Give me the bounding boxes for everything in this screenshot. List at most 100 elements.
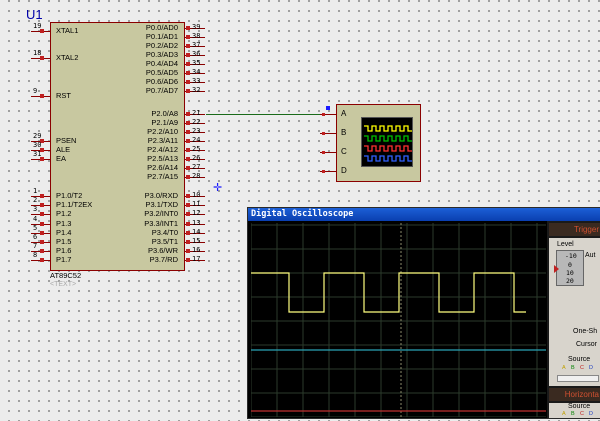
auto-label[interactable]: Aut	[585, 252, 596, 259]
left-pin-number: 3	[33, 205, 38, 213]
channel-terminal[interactable]	[322, 170, 325, 173]
left-pin-terminal[interactable]	[40, 258, 44, 262]
right-pin-terminal[interactable]	[186, 89, 190, 93]
right-pin-label: P0.2/AD2	[145, 41, 178, 50]
left-pin-label: P1.3	[56, 219, 72, 228]
left-pin-terminal[interactable]	[40, 94, 44, 98]
left-pin-terminal[interactable]	[40, 203, 44, 207]
chip-reference: U1	[26, 7, 43, 22]
right-pin-terminal[interactable]	[186, 203, 190, 207]
oscilloscope-symbol-traces	[364, 125, 412, 162]
right-pin-label: P0.6/AD6	[145, 77, 178, 86]
right-pin-terminal[interactable]	[186, 222, 190, 226]
knob-tick: 20	[566, 277, 574, 285]
h-source-a[interactable]: A	[562, 411, 566, 417]
right-pin-number: 38	[192, 32, 201, 40]
right-pin-terminal[interactable]	[186, 194, 190, 198]
channel-terminal[interactable]	[322, 132, 325, 135]
right-pin-terminal[interactable]	[186, 53, 190, 57]
left-pin-terminal[interactable]	[40, 212, 44, 216]
chip-text-placeholder: <TEXT>	[50, 281, 77, 288]
right-pin-terminal[interactable]	[186, 35, 190, 39]
right-pin-terminal[interactable]	[186, 80, 190, 84]
window-title[interactable]: Digital Oscilloscope	[248, 208, 600, 221]
right-pin-label: P2.1/A9	[151, 118, 178, 127]
right-pin-label: P3.1/TXD	[145, 200, 178, 209]
right-pin-terminal[interactable]	[186, 258, 190, 262]
left-pin-number: 19	[33, 22, 42, 30]
left-pin-label: P1.2	[56, 209, 72, 218]
right-pin-number: 17	[192, 255, 201, 263]
right-pin-number: 26	[192, 154, 201, 162]
channel-label: B	[341, 128, 347, 137]
right-pin-terminal[interactable]	[186, 44, 190, 48]
trigger-header: Trigger	[549, 223, 600, 236]
right-pin-label: P3.2/INT0	[144, 209, 178, 218]
symbol-trace	[364, 135, 412, 142]
h-source-b[interactable]: B	[571, 411, 575, 417]
right-pin-number: 39	[192, 23, 201, 31]
right-pin-terminal[interactable]	[186, 157, 190, 161]
right-pin-terminal[interactable]	[186, 231, 190, 235]
right-pin-terminal[interactable]	[186, 139, 190, 143]
right-pin-number: 28	[192, 172, 201, 180]
right-pin-label: P0.5/AD5	[145, 68, 178, 77]
right-pin-number: 33	[192, 77, 201, 85]
right-pin-terminal[interactable]	[186, 175, 190, 179]
left-pin-terminal[interactable]	[40, 194, 44, 198]
source-d[interactable]: D	[589, 365, 593, 371]
wire-p20-to-channel-a[interactable]	[206, 114, 326, 115]
symbol-trace	[364, 145, 412, 152]
source-a[interactable]: A	[562, 365, 566, 371]
left-pin-number: 31	[33, 150, 42, 158]
right-pin-number: 34	[192, 68, 201, 76]
right-pin-terminal[interactable]	[186, 166, 190, 170]
right-pin-terminal[interactable]	[186, 71, 190, 75]
digital-oscilloscope-window[interactable]: Digital Oscilloscope Trigger Level -10 0…	[247, 207, 600, 419]
chip-part-name: AT89C52	[50, 271, 82, 280]
right-pin-terminal[interactable]	[186, 62, 190, 66]
right-pin-terminal[interactable]	[186, 26, 190, 30]
right-pin-label: P2.0/A8	[151, 109, 178, 118]
right-pin-terminal[interactable]	[186, 148, 190, 152]
left-pin-label: PSEN	[56, 136, 77, 145]
left-pin-label: P1.1/T2EX	[56, 200, 93, 209]
left-pin-label: ALE	[56, 145, 71, 154]
h-source-c[interactable]: C	[580, 411, 584, 417]
source-c[interactable]: C	[580, 365, 584, 371]
right-pin-number: 25	[192, 145, 201, 153]
source-b[interactable]: B	[571, 365, 575, 371]
right-pin-terminal[interactable]	[186, 121, 190, 125]
h-source-d[interactable]: D	[589, 411, 593, 417]
right-pin-terminal[interactable]	[186, 212, 190, 216]
cursors-label[interactable]: Cursor	[576, 341, 597, 348]
level-pointer-icon	[554, 265, 559, 273]
right-pin-terminal[interactable]	[186, 112, 190, 116]
left-pin-terminal[interactable]	[40, 240, 44, 244]
left-pin-number: 18	[33, 49, 42, 57]
left-pin-terminal[interactable]	[40, 222, 44, 226]
trigger-controls: Level -10 0 10 20 Aut One-Sh Cursor Sour…	[549, 238, 600, 386]
left-pin-terminal[interactable]	[40, 249, 44, 253]
left-pin-number: 30	[33, 141, 42, 149]
left-pin-label: RST	[56, 91, 71, 100]
right-pin-label: P0.4/AD4	[145, 59, 178, 68]
trigger-level-knob[interactable]: -10 0 10 20	[554, 250, 584, 286]
right-pin-terminal[interactable]	[186, 249, 190, 253]
left-pin-label: P1.0/T2	[56, 191, 83, 200]
right-pin-terminal[interactable]	[186, 240, 190, 244]
right-pin-number: 23	[192, 127, 201, 135]
channel-terminal[interactable]	[322, 113, 325, 116]
source-label: Source	[568, 356, 591, 363]
channel-terminal[interactable]	[322, 151, 325, 154]
left-pin-terminal[interactable]	[40, 231, 44, 235]
horizontal-source-label: Source	[568, 403, 591, 410]
channel-label: A	[341, 109, 347, 118]
right-pin-terminal[interactable]	[186, 130, 190, 134]
right-pin-number: 14	[192, 228, 201, 236]
oscilloscope-plot[interactable]	[250, 223, 546, 418]
one-shot-label[interactable]: One-Sh	[573, 328, 597, 335]
knob-tick: 10	[566, 269, 574, 277]
knob-tick: 0	[568, 261, 572, 269]
source-slider[interactable]	[557, 375, 599, 382]
